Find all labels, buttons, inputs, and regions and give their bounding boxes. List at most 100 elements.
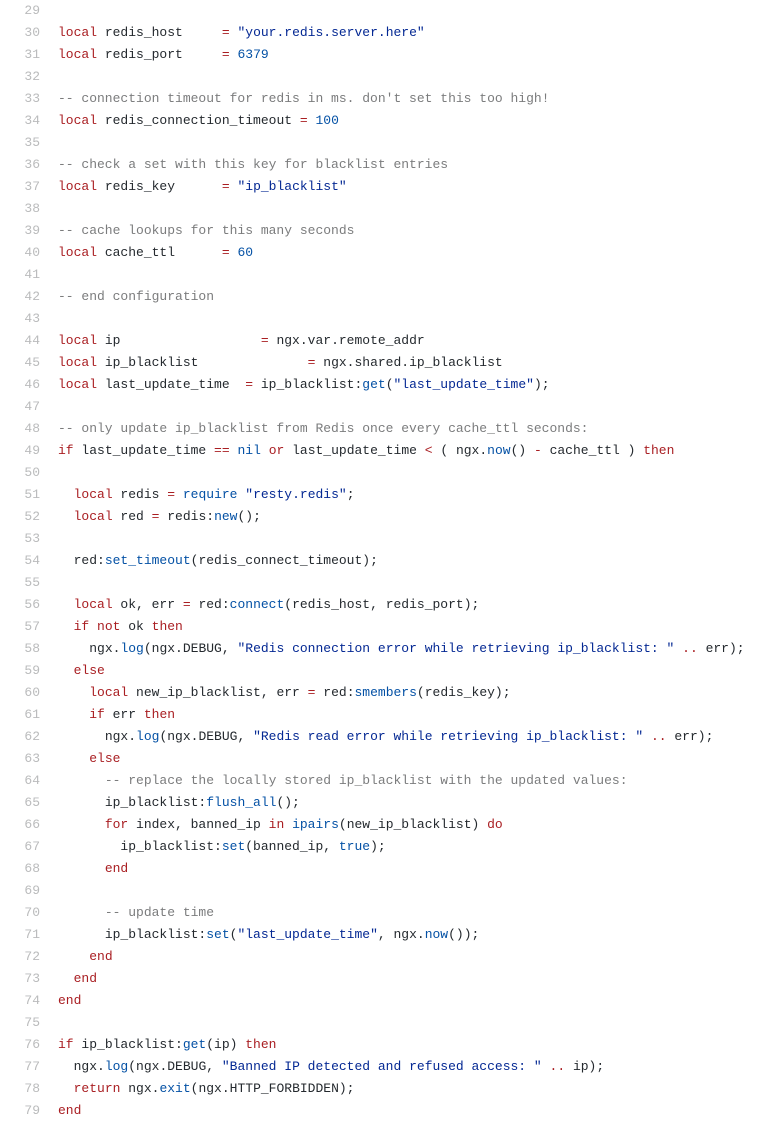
code-line[interactable]: 60 local new_ip_blacklist, err = red:sme… xyxy=(0,682,758,704)
code-line[interactable]: 64 -- replace the locally stored ip_blac… xyxy=(0,770,758,792)
code-line[interactable]: 61 if err then xyxy=(0,704,758,726)
code-line[interactable]: 76if ip_blacklist:get(ip) then xyxy=(0,1034,758,1056)
code-content[interactable] xyxy=(58,396,758,418)
code-line[interactable]: 35 xyxy=(0,132,758,154)
code-content[interactable] xyxy=(58,308,758,330)
code-line[interactable]: 74end xyxy=(0,990,758,1012)
code-content[interactable] xyxy=(58,880,758,902)
code-content[interactable]: ip_blacklist:flush_all(); xyxy=(58,792,758,814)
code-content[interactable]: local ok, err = red:connect(redis_host, … xyxy=(58,594,758,616)
code-line[interactable]: 33-- connection timeout for redis in ms.… xyxy=(0,88,758,110)
code-editor[interactable]: 2930local redis_host = "your.redis.serve… xyxy=(0,0,758,1122)
code-content[interactable]: local redis_connection_timeout = 100 xyxy=(58,110,758,132)
code-line[interactable]: 44local ip = ngx.var.remote_addr xyxy=(0,330,758,352)
code-content[interactable]: -- end configuration xyxy=(58,286,758,308)
code-line[interactable]: 77 ngx.log(ngx.DEBUG, "Banned IP detecte… xyxy=(0,1056,758,1078)
code-content[interactable]: ip_blacklist:set(banned_ip, true); xyxy=(58,836,758,858)
code-content[interactable] xyxy=(58,0,758,22)
code-content[interactable]: local redis = require "resty.redis"; xyxy=(58,484,758,506)
code-content[interactable]: else xyxy=(58,660,758,682)
code-line[interactable]: 53 xyxy=(0,528,758,550)
code-line[interactable]: 78 return ngx.exit(ngx.HTTP_FORBIDDEN); xyxy=(0,1078,758,1100)
code-line[interactable]: 55 xyxy=(0,572,758,594)
code-line[interactable]: 54 red:set_timeout(redis_connect_timeout… xyxy=(0,550,758,572)
code-content[interactable]: ip_blacklist:set("last_update_time", ngx… xyxy=(58,924,758,946)
code-content[interactable]: local new_ip_blacklist, err = red:smembe… xyxy=(58,682,758,704)
code-line[interactable]: 67 ip_blacklist:set(banned_ip, true); xyxy=(0,836,758,858)
code-content[interactable]: local last_update_time = ip_blacklist:ge… xyxy=(58,374,758,396)
code-content[interactable]: ngx.log(ngx.DEBUG, "Redis connection err… xyxy=(58,638,758,660)
code-content[interactable]: end xyxy=(58,968,758,990)
code-line[interactable]: 57 if not ok then xyxy=(0,616,758,638)
code-content[interactable]: local ip_blacklist = ngx.shared.ip_black… xyxy=(58,352,758,374)
code-line[interactable]: 37local redis_key = "ip_blacklist" xyxy=(0,176,758,198)
code-content[interactable]: else xyxy=(58,748,758,770)
code-content[interactable]: if last_update_time == nil or last_updat… xyxy=(58,440,758,462)
code-content[interactable] xyxy=(58,66,758,88)
code-content[interactable]: red:set_timeout(redis_connect_timeout); xyxy=(58,550,758,572)
code-line[interactable]: 63 else xyxy=(0,748,758,770)
code-line[interactable]: 62 ngx.log(ngx.DEBUG, "Redis read error … xyxy=(0,726,758,748)
code-content[interactable] xyxy=(58,132,758,154)
code-content[interactable]: -- cache lookups for this many seconds xyxy=(58,220,758,242)
code-content[interactable]: -- connection timeout for redis in ms. d… xyxy=(58,88,758,110)
code-line[interactable]: 50 xyxy=(0,462,758,484)
code-line[interactable]: 42-- end configuration xyxy=(0,286,758,308)
code-content[interactable]: ngx.log(ngx.DEBUG, "Redis read error whi… xyxy=(58,726,758,748)
code-content[interactable]: if ip_blacklist:get(ip) then xyxy=(58,1034,758,1056)
code-content[interactable]: -- check a set with this key for blackli… xyxy=(58,154,758,176)
code-content[interactable]: local redis_host = "your.redis.server.he… xyxy=(58,22,758,44)
code-content[interactable]: for index, banned_ip in ipairs(new_ip_bl… xyxy=(58,814,758,836)
code-content[interactable] xyxy=(58,264,758,286)
code-line[interactable]: 39-- cache lookups for this many seconds xyxy=(0,220,758,242)
code-line[interactable]: 56 local ok, err = red:connect(redis_hos… xyxy=(0,594,758,616)
code-line[interactable]: 69 xyxy=(0,880,758,902)
code-content[interactable]: ngx.log(ngx.DEBUG, "Banned IP detected a… xyxy=(58,1056,758,1078)
code-content[interactable]: -- only update ip_blacklist from Redis o… xyxy=(58,418,758,440)
code-content[interactable]: end xyxy=(58,946,758,968)
code-line[interactable]: 52 local red = redis:new(); xyxy=(0,506,758,528)
code-line[interactable]: 34local redis_connection_timeout = 100 xyxy=(0,110,758,132)
code-content[interactable]: end xyxy=(58,858,758,880)
code-line[interactable]: 46local last_update_time = ip_blacklist:… xyxy=(0,374,758,396)
code-line[interactable]: 68 end xyxy=(0,858,758,880)
code-line[interactable]: 40local cache_ttl = 60 xyxy=(0,242,758,264)
code-line[interactable]: 30local redis_host = "your.redis.server.… xyxy=(0,22,758,44)
code-line[interactable]: 32 xyxy=(0,66,758,88)
code-content[interactable]: local redis_port = 6379 xyxy=(58,44,758,66)
code-line[interactable]: 70 -- update time xyxy=(0,902,758,924)
code-line[interactable]: 71 ip_blacklist:set("last_update_time", … xyxy=(0,924,758,946)
code-line[interactable]: 45local ip_blacklist = ngx.shared.ip_bla… xyxy=(0,352,758,374)
code-line[interactable]: 73 end xyxy=(0,968,758,990)
code-content[interactable]: end xyxy=(58,990,758,1012)
code-line[interactable]: 41 xyxy=(0,264,758,286)
code-content[interactable]: -- update time xyxy=(58,902,758,924)
code-content[interactable] xyxy=(58,462,758,484)
code-content[interactable]: if err then xyxy=(58,704,758,726)
code-line[interactable]: 66 for index, banned_ip in ipairs(new_ip… xyxy=(0,814,758,836)
code-content[interactable]: local redis_key = "ip_blacklist" xyxy=(58,176,758,198)
code-line[interactable]: 31local redis_port = 6379 xyxy=(0,44,758,66)
code-content[interactable]: local cache_ttl = 60 xyxy=(58,242,758,264)
code-content[interactable] xyxy=(58,572,758,594)
code-content[interactable] xyxy=(58,198,758,220)
code-line[interactable]: 49if last_update_time == nil or last_upd… xyxy=(0,440,758,462)
code-content[interactable]: end xyxy=(58,1100,758,1122)
code-line[interactable]: 75 xyxy=(0,1012,758,1034)
code-line[interactable]: 43 xyxy=(0,308,758,330)
code-line[interactable]: 47 xyxy=(0,396,758,418)
code-content[interactable]: -- replace the locally stored ip_blackli… xyxy=(58,770,758,792)
code-line[interactable]: 65 ip_blacklist:flush_all(); xyxy=(0,792,758,814)
code-content[interactable]: local red = redis:new(); xyxy=(58,506,758,528)
code-content[interactable] xyxy=(58,528,758,550)
code-content[interactable]: return ngx.exit(ngx.HTTP_FORBIDDEN); xyxy=(58,1078,758,1100)
code-content[interactable]: if not ok then xyxy=(58,616,758,638)
code-line[interactable]: 72 end xyxy=(0,946,758,968)
code-content[interactable] xyxy=(58,1012,758,1034)
code-line[interactable]: 29 xyxy=(0,0,758,22)
code-line[interactable]: 79end xyxy=(0,1100,758,1122)
code-line[interactable]: 58 ngx.log(ngx.DEBUG, "Redis connection … xyxy=(0,638,758,660)
code-line[interactable]: 59 else xyxy=(0,660,758,682)
code-line[interactable]: 38 xyxy=(0,198,758,220)
code-line[interactable]: 36-- check a set with this key for black… xyxy=(0,154,758,176)
